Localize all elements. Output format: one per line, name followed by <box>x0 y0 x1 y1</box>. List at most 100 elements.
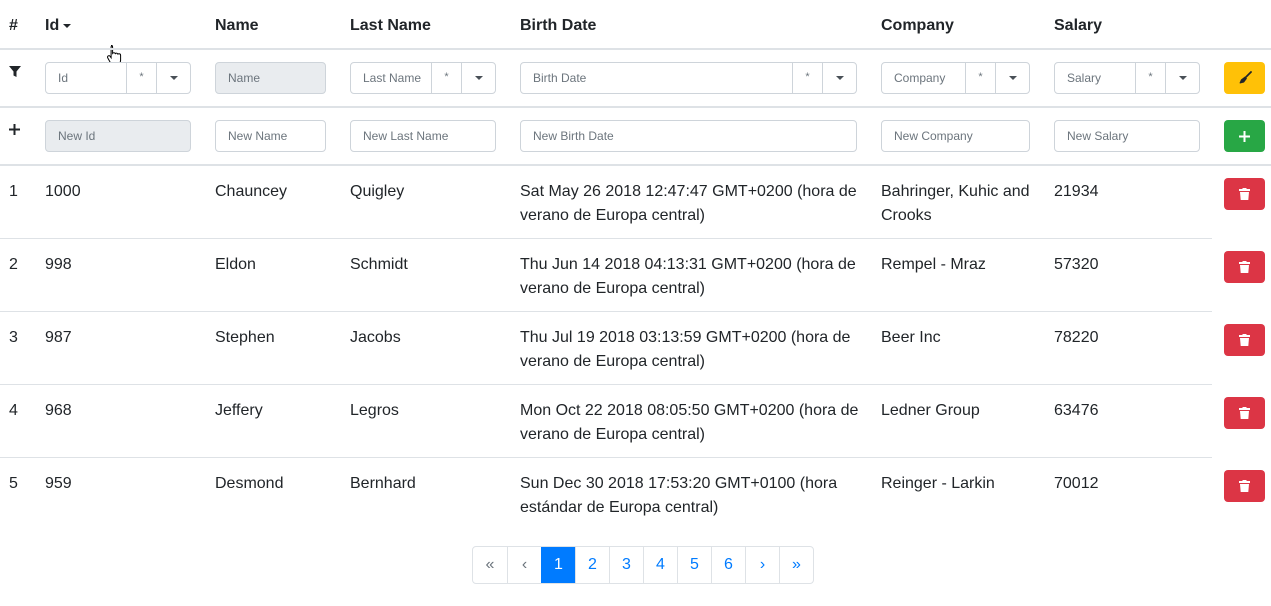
delete-row-button[interactable] <box>1224 178 1265 210</box>
filter-icon <box>9 66 21 77</box>
new-birth-date-input[interactable]: New Birth Date <box>520 120 857 152</box>
page-3[interactable]: 3 <box>609 547 643 583</box>
trash-icon <box>1239 407 1250 419</box>
new-id-input: New Id <box>45 120 191 152</box>
cell-company-line1: Bahringer, Kuhic and <box>881 183 1030 200</box>
delete-row-button[interactable] <box>1224 324 1265 356</box>
cell-index: 3 <box>9 329 18 346</box>
new-last-name-input[interactable]: New Last Name <box>350 120 496 152</box>
cell-index: 1 <box>9 183 18 200</box>
column-header-birth-date[interactable]: Birth Date <box>520 17 596 35</box>
filter-company-group: Company * <box>881 62 1030 94</box>
cell-id: 987 <box>45 329 72 346</box>
cell-salary: 63476 <box>1054 402 1099 419</box>
cell-last-name: Legros <box>350 402 399 419</box>
cell-index: 5 <box>9 475 18 492</box>
column-header-salary[interactable]: Salary <box>1054 17 1102 35</box>
row-divider <box>0 311 1212 312</box>
cell-index: 4 <box>9 402 18 419</box>
pagination: « ‹ 1 2 3 4 5 6 › » <box>472 546 814 584</box>
filter-id-dropdown[interactable] <box>156 63 190 93</box>
filter-id-input[interactable]: Id <box>46 63 126 93</box>
cell-birth-date-line1: Sat May 26 2018 12:47:47 GMT+0200 (hora … <box>520 183 857 200</box>
chevron-down-icon <box>474 76 483 80</box>
cell-salary: 78220 <box>1054 329 1099 346</box>
cell-last-name: Schmidt <box>350 256 408 273</box>
chevron-down-icon <box>1178 76 1187 80</box>
filter-company-dropdown[interactable] <box>995 63 1029 93</box>
page-prev[interactable]: ‹ <box>507 547 541 583</box>
delete-row-button[interactable] <box>1224 470 1265 502</box>
clear-filters-button[interactable] <box>1224 62 1265 94</box>
row-divider <box>0 238 1212 239</box>
cell-company-line2: Crooks <box>881 207 932 224</box>
cell-name: Eldon <box>215 256 256 273</box>
filter-birth-date-input[interactable]: Birth Date <box>521 63 792 93</box>
chevron-down-icon <box>835 76 844 80</box>
filter-birth-date-dropdown[interactable] <box>822 63 856 93</box>
trash-icon <box>1239 334 1250 346</box>
cell-name: Stephen <box>215 329 275 346</box>
filter-last-name-wildcard[interactable]: * <box>431 63 461 93</box>
cell-company-line1: Rempel - Mraz <box>881 256 986 273</box>
page-4[interactable]: 4 <box>643 547 677 583</box>
filter-id-group: Id * <box>45 62 191 94</box>
cell-birth-date-line2: estándar de Europa central) <box>520 499 719 516</box>
cell-name: Chauncey <box>215 183 288 200</box>
filter-salary-wildcard[interactable]: * <box>1135 63 1165 93</box>
new-name-input[interactable]: New Name <box>215 120 326 152</box>
row-divider <box>0 457 1212 458</box>
cell-company-line1: Ledner Group <box>881 402 980 419</box>
page-2[interactable]: 2 <box>575 547 609 583</box>
column-header-last-name[interactable]: Last Name <box>350 17 431 35</box>
filter-salary-group: Salary * <box>1054 62 1200 94</box>
cell-company-line1: Reinger - Larkin <box>881 475 995 492</box>
broom-icon <box>1239 71 1252 84</box>
row-divider <box>0 384 1212 385</box>
trash-icon <box>1239 188 1250 200</box>
cell-id: 968 <box>45 402 72 419</box>
cell-birth-date-line2: verano de Europa central) <box>520 426 705 443</box>
cell-id: 1000 <box>45 183 81 200</box>
add-row-button[interactable] <box>1224 120 1265 152</box>
delete-row-button[interactable] <box>1224 397 1265 429</box>
column-header-name[interactable]: Name <box>215 17 259 35</box>
cell-index: 2 <box>9 256 18 273</box>
page-first[interactable]: « <box>473 547 507 583</box>
new-company-input[interactable]: New Company <box>881 120 1030 152</box>
delete-row-button[interactable] <box>1224 251 1265 283</box>
column-header-company[interactable]: Company <box>881 17 954 35</box>
column-header-id[interactable]: Id <box>45 17 72 35</box>
new-salary-input[interactable]: New Salary <box>1054 120 1200 152</box>
page-last[interactable]: » <box>779 547 813 583</box>
filter-name-input: Name <box>215 62 326 94</box>
filter-last-name-group: Last Name * <box>350 62 496 94</box>
trash-icon <box>1239 480 1250 492</box>
filter-salary-input[interactable]: Salary <box>1055 63 1135 93</box>
sort-desc-icon <box>63 23 72 28</box>
cell-company-line1: Beer Inc <box>881 329 941 346</box>
filter-id-wildcard[interactable]: * <box>126 63 156 93</box>
filter-last-name-input[interactable]: Last Name <box>351 63 431 93</box>
page-5[interactable]: 5 <box>677 547 711 583</box>
filter-last-name-dropdown[interactable] <box>461 63 495 93</box>
page-next[interactable]: › <box>745 547 779 583</box>
page-1[interactable]: 1 <box>541 547 575 583</box>
filter-company-wildcard[interactable]: * <box>965 63 995 93</box>
cell-birth-date-line1: Thu Jul 19 2018 03:13:59 GMT+0200 (hora … <box>520 329 851 346</box>
chevron-down-icon <box>169 76 178 80</box>
filter-birth-date-wildcard[interactable]: * <box>792 63 822 93</box>
filter-birth-date-group: Birth Date * <box>520 62 857 94</box>
cell-birth-date-line2: verano de Europa central) <box>520 207 705 224</box>
cell-last-name: Bernhard <box>350 475 416 492</box>
cell-id: 959 <box>45 475 72 492</box>
header-divider <box>0 48 1271 50</box>
page-6[interactable]: 6 <box>711 547 745 583</box>
cell-name: Desmond <box>215 475 284 492</box>
cell-salary: 21934 <box>1054 183 1099 200</box>
plus-icon <box>1239 130 1250 142</box>
filter-salary-dropdown[interactable] <box>1165 63 1199 93</box>
filter-company-input[interactable]: Company <box>882 63 965 93</box>
chevron-down-icon <box>1008 76 1017 80</box>
filter-divider <box>0 106 1271 108</box>
